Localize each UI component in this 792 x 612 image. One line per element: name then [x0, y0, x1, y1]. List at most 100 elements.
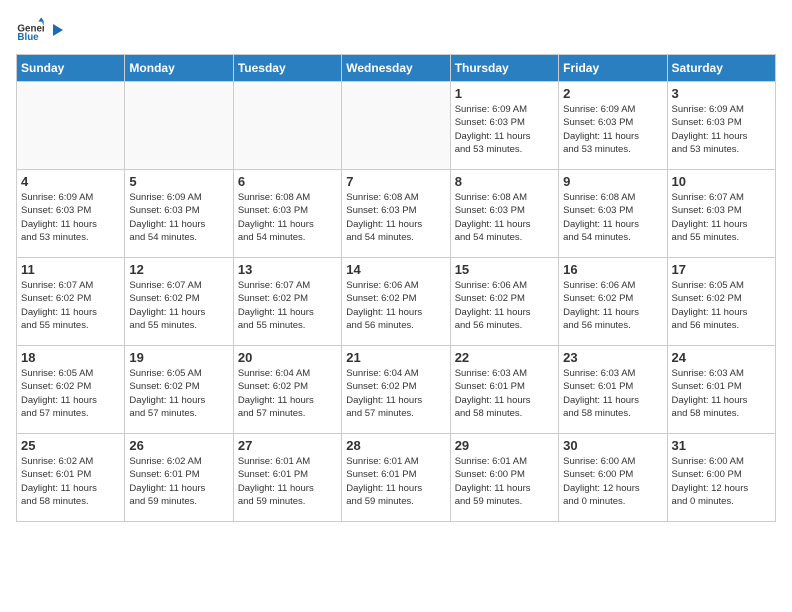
day-number: 28 — [346, 438, 445, 453]
day-number: 22 — [455, 350, 554, 365]
week-row-4: 18 Sunrise: 6:05 AM Sunset: 6:02 PM Dayli… — [17, 346, 776, 434]
day-info: Sunrise: 6:03 AM Sunset: 6:01 PM Dayligh… — [672, 367, 771, 420]
day-number: 1 — [455, 86, 554, 101]
week-row-2: 4 Sunrise: 6:09 AM Sunset: 6:03 PM Daylig… — [17, 170, 776, 258]
day-info: Sunrise: 6:07 AM Sunset: 6:03 PM Dayligh… — [672, 191, 771, 244]
day-info: Sunrise: 6:01 AM Sunset: 6:01 PM Dayligh… — [238, 455, 337, 508]
day-info: Sunrise: 6:09 AM Sunset: 6:03 PM Dayligh… — [672, 103, 771, 156]
calendar-cell: 31 Sunrise: 6:00 AM Sunset: 6:00 PM Dayli… — [667, 434, 775, 522]
calendar-cell: 18 Sunrise: 6:05 AM Sunset: 6:02 PM Dayli… — [17, 346, 125, 434]
day-info: Sunrise: 6:08 AM Sunset: 6:03 PM Dayligh… — [563, 191, 662, 244]
page-header: General Blue — [16, 16, 776, 44]
calendar-cell: 6 Sunrise: 6:08 AM Sunset: 6:03 PM Daylig… — [233, 170, 341, 258]
day-number: 7 — [346, 174, 445, 189]
day-info: Sunrise: 6:02 AM Sunset: 6:01 PM Dayligh… — [21, 455, 120, 508]
day-info: Sunrise: 6:06 AM Sunset: 6:02 PM Dayligh… — [455, 279, 554, 332]
calendar-cell: 28Sunrise: 6:01 AM Sunset: 6:01 PM Dayli… — [342, 434, 450, 522]
day-number: 13 — [238, 262, 337, 277]
day-info: Sunrise: 6:05 AM Sunset: 6:02 PM Dayligh… — [672, 279, 771, 332]
day-info: Sunrise: 6:07 AM Sunset: 6:02 PM Dayligh… — [129, 279, 228, 332]
day-number: 11 — [21, 262, 120, 277]
day-info: Sunrise: 6:09 AM Sunset: 6:03 PM Dayligh… — [455, 103, 554, 156]
calendar-cell: 4 Sunrise: 6:09 AM Sunset: 6:03 PM Daylig… — [17, 170, 125, 258]
logo-triangle-icon — [49, 22, 65, 38]
calendar-cell: 25 Sunrise: 6:02 AM Sunset: 6:01 PM Dayli… — [17, 434, 125, 522]
day-info: Sunrise: 6:08 AM Sunset: 6:03 PM Dayligh… — [455, 191, 554, 244]
day-number: 14 — [346, 262, 445, 277]
day-info: Sunrise: 6:09 AM Sunset: 6:03 PM Dayligh… — [21, 191, 120, 244]
day-number: 9 — [563, 174, 662, 189]
calendar-cell — [17, 82, 125, 170]
week-row-3: 11 Sunrise: 6:07 AM Sunset: 6:02 PM Dayli… — [17, 258, 776, 346]
calendar-cell: 27 Sunrise: 6:01 AM Sunset: 6:01 PM Dayli… — [233, 434, 341, 522]
calendar-cell — [233, 82, 341, 170]
day-info: Sunrise: 6:03 AM Sunset: 6:01 PM Dayligh… — [563, 367, 662, 420]
day-info: Sunrise: 6:09 AM Sunset: 6:03 PM Dayligh… — [129, 191, 228, 244]
day-info: Sunrise: 6:04 AM Sunset: 6:02 PM Dayligh… — [346, 367, 445, 420]
day-number: 17 — [672, 262, 771, 277]
calendar-cell: 21 Sunrise: 6:04 AM Sunset: 6:02 PM Dayli… — [342, 346, 450, 434]
day-number: 18 — [21, 350, 120, 365]
calendar-cell: 13 Sunrise: 6:07 AM Sunset: 6:02 PM Dayli… — [233, 258, 341, 346]
day-info: Sunrise: 6:01 AM Sunset: 6:00 PM Dayligh… — [455, 455, 554, 508]
day-header-wednesday: Wednesday — [342, 55, 450, 82]
week-row-5: 25 Sunrise: 6:02 AM Sunset: 6:01 PM Dayli… — [17, 434, 776, 522]
day-number: 31 — [672, 438, 771, 453]
day-number: 19 — [129, 350, 228, 365]
day-info: Sunrise: 6:06 AM Sunset: 6:02 PM Dayligh… — [346, 279, 445, 332]
day-number: 20 — [238, 350, 337, 365]
day-number: 5 — [129, 174, 228, 189]
calendar-cell: 1 Sunrise: 6:09 AM Sunset: 6:03 PM Daylig… — [450, 82, 558, 170]
calendar-cell: 20 Sunrise: 6:04 AM Sunset: 6:02 PM Dayli… — [233, 346, 341, 434]
day-number: 12 — [129, 262, 228, 277]
calendar-cell: 2Sunrise: 6:09 AM Sunset: 6:03 PM Daylig… — [559, 82, 667, 170]
calendar-cell: 24 Sunrise: 6:03 AM Sunset: 6:01 PM Dayli… — [667, 346, 775, 434]
day-info: Sunrise: 6:00 AM Sunset: 6:00 PM Dayligh… — [563, 455, 662, 508]
day-number: 27 — [238, 438, 337, 453]
day-number: 26 — [129, 438, 228, 453]
calendar-cell: 29 Sunrise: 6:01 AM Sunset: 6:00 PM Dayli… — [450, 434, 558, 522]
calendar-cell: 30 Sunrise: 6:00 AM Sunset: 6:00 PM Dayli… — [559, 434, 667, 522]
day-info: Sunrise: 6:07 AM Sunset: 6:02 PM Dayligh… — [238, 279, 337, 332]
calendar-cell: 14 Sunrise: 6:06 AM Sunset: 6:02 PM Dayli… — [342, 258, 450, 346]
calendar-cell: 23 Sunrise: 6:03 AM Sunset: 6:01 PM Dayli… — [559, 346, 667, 434]
calendar-cell: 12 Sunrise: 6:07 AM Sunset: 6:02 PM Dayli… — [125, 258, 233, 346]
day-number: 15 — [455, 262, 554, 277]
calendar-table: SundayMondayTuesdayWednesdayThursdayFrid… — [16, 54, 776, 522]
calendar-cell: 11 Sunrise: 6:07 AM Sunset: 6:02 PM Dayli… — [17, 258, 125, 346]
calendar-cell: 16Sunrise: 6:06 AM Sunset: 6:02 PM Dayli… — [559, 258, 667, 346]
day-number: 6 — [238, 174, 337, 189]
day-number: 21 — [346, 350, 445, 365]
day-info: Sunrise: 6:08 AM Sunset: 6:03 PM Dayligh… — [238, 191, 337, 244]
day-number: 30 — [563, 438, 662, 453]
calendar-cell: 26Sunrise: 6:02 AM Sunset: 6:01 PM Dayli… — [125, 434, 233, 522]
calendar-cell: 22Sunrise: 6:03 AM Sunset: 6:01 PM Dayli… — [450, 346, 558, 434]
day-number: 24 — [672, 350, 771, 365]
calendar-cell: 7Sunrise: 6:08 AM Sunset: 6:03 PM Daylig… — [342, 170, 450, 258]
day-header-monday: Monday — [125, 55, 233, 82]
week-row-1: 1 Sunrise: 6:09 AM Sunset: 6:03 PM Daylig… — [17, 82, 776, 170]
day-info: Sunrise: 6:09 AM Sunset: 6:03 PM Dayligh… — [563, 103, 662, 156]
day-info: Sunrise: 6:00 AM Sunset: 6:00 PM Dayligh… — [672, 455, 771, 508]
day-info: Sunrise: 6:05 AM Sunset: 6:02 PM Dayligh… — [129, 367, 228, 420]
day-number: 3 — [672, 86, 771, 101]
day-number: 8 — [455, 174, 554, 189]
day-info: Sunrise: 6:07 AM Sunset: 6:02 PM Dayligh… — [21, 279, 120, 332]
day-info: Sunrise: 6:04 AM Sunset: 6:02 PM Dayligh… — [238, 367, 337, 420]
day-number: 29 — [455, 438, 554, 453]
day-number: 23 — [563, 350, 662, 365]
day-header-thursday: Thursday — [450, 55, 558, 82]
svg-text:Blue: Blue — [17, 32, 39, 43]
calendar-cell: 8 Sunrise: 6:08 AM Sunset: 6:03 PM Daylig… — [450, 170, 558, 258]
day-number: 4 — [21, 174, 120, 189]
day-number: 16 — [563, 262, 662, 277]
day-info: Sunrise: 6:05 AM Sunset: 6:02 PM Dayligh… — [21, 367, 120, 420]
logo: General Blue — [16, 16, 65, 44]
day-number: 25 — [21, 438, 120, 453]
calendar-cell — [342, 82, 450, 170]
calendar-cell: 17 Sunrise: 6:05 AM Sunset: 6:02 PM Dayli… — [667, 258, 775, 346]
day-number: 10 — [672, 174, 771, 189]
calendar-cell: 5 Sunrise: 6:09 AM Sunset: 6:03 PM Daylig… — [125, 170, 233, 258]
calendar-cell — [125, 82, 233, 170]
calendar-cell: 9 Sunrise: 6:08 AM Sunset: 6:03 PM Daylig… — [559, 170, 667, 258]
